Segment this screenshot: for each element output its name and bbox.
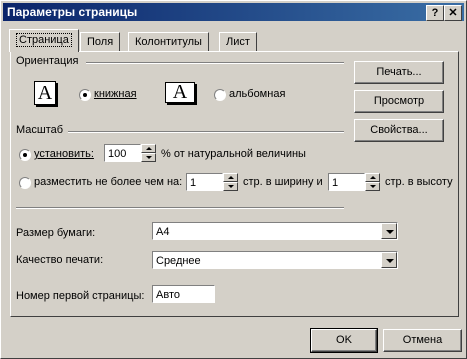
- paper-size-label: Размер бумаги:: [16, 227, 96, 239]
- tab-header-footer-label: Колонтитулы: [135, 36, 202, 48]
- portrait-label-text: книжная: [94, 88, 137, 100]
- scale-percent-input[interactable]: 100: [104, 144, 141, 162]
- first-page-number-input[interactable]: Авто: [152, 285, 215, 303]
- scale-set-label-text: установить:: [34, 148, 94, 160]
- portrait-label[interactable]: книжная: [94, 88, 137, 100]
- tab-sheet[interactable]: Лист: [219, 32, 257, 51]
- arrow-up-icon: [228, 176, 234, 179]
- arrow-down-icon: [146, 156, 152, 159]
- paper-divider: [16, 207, 344, 209]
- chevron-down-icon: [386, 259, 394, 263]
- print-quality-label: Качество печати:: [16, 254, 104, 266]
- print-quality-dropdown-button[interactable]: [381, 252, 397, 268]
- spin-up-button[interactable]: [365, 173, 380, 182]
- arrow-down-icon: [228, 185, 234, 188]
- arrow-down-icon: [370, 185, 376, 188]
- landscape-page-icon: A: [165, 82, 195, 103]
- window-title: Параметры страницы: [7, 5, 138, 19]
- arrow-up-icon: [370, 176, 376, 179]
- orientation-divider: [86, 62, 344, 64]
- first-page-number-label: Номер первой страницы:: [16, 290, 145, 302]
- page-setup-dialog: Параметры страницы ? ✕ Страница Поля Кол…: [0, 0, 467, 359]
- scale-divider: [68, 131, 344, 133]
- tab-page[interactable]: Страница: [9, 29, 79, 52]
- spin-up-button[interactable]: [141, 144, 156, 153]
- preview-button[interactable]: Просмотр: [354, 90, 444, 113]
- print-quality-select[interactable]: Среднее: [152, 251, 398, 269]
- paper-size-dropdown-button[interactable]: [381, 223, 397, 239]
- spin-up-button[interactable]: [223, 173, 238, 182]
- scale-set-radio-dot: [23, 153, 27, 157]
- title-bar: Параметры страницы ? ✕: [3, 3, 464, 21]
- spin-down-button[interactable]: [141, 153, 156, 162]
- landscape-label[interactable]: альбомная: [229, 88, 285, 100]
- scale-percent-suffix: % от натуральной величины: [161, 148, 306, 160]
- fit-width-spinner[interactable]: [223, 173, 238, 191]
- fit-width-suffix: стр. в ширину и: [243, 176, 323, 188]
- tab-margins[interactable]: Поля: [80, 32, 121, 51]
- spin-down-button[interactable]: [223, 182, 238, 191]
- tab-margins-label: Поля: [87, 36, 114, 48]
- fit-width-input[interactable]: 1: [186, 173, 223, 191]
- ok-button[interactable]: OK: [310, 328, 378, 353]
- portrait-page-icon: A: [34, 81, 56, 105]
- print-button[interactable]: Печать...: [354, 61, 444, 84]
- scale-label: Масштаб: [16, 124, 64, 136]
- spin-down-button[interactable]: [365, 182, 380, 191]
- paper-size-select[interactable]: A4: [152, 222, 398, 240]
- scale-fit-radio[interactable]: [19, 177, 31, 189]
- scale-set-label[interactable]: установить:: [34, 148, 94, 160]
- close-button[interactable]: ✕: [444, 5, 462, 21]
- fit-height-input[interactable]: 1: [328, 173, 365, 191]
- tab-page-label: Страница: [16, 33, 72, 47]
- paper-size-value: A4: [156, 226, 170, 238]
- chevron-down-icon: [386, 230, 394, 234]
- scale-percent-spinner[interactable]: [141, 144, 156, 162]
- properties-button[interactable]: Свойства...: [354, 119, 444, 142]
- tab-sheet-label: Лист: [226, 36, 250, 48]
- tab-header-footer[interactable]: Колонтитулы: [128, 32, 209, 51]
- landscape-radio[interactable]: [214, 89, 226, 101]
- portrait-radio[interactable]: [79, 89, 91, 101]
- fit-height-spinner[interactable]: [365, 173, 380, 191]
- print-quality-value: Среднее: [156, 255, 201, 267]
- portrait-radio-dot: [83, 93, 87, 97]
- scale-fit-label[interactable]: разместить не более чем на:: [34, 176, 182, 188]
- cancel-button[interactable]: Отмена: [383, 329, 462, 352]
- help-button[interactable]: ?: [426, 5, 444, 21]
- arrow-up-icon: [146, 147, 152, 150]
- scale-set-radio[interactable]: [19, 149, 31, 161]
- fit-height-suffix: стр. в высоту: [385, 176, 453, 188]
- orientation-label: Ориентация: [16, 55, 79, 67]
